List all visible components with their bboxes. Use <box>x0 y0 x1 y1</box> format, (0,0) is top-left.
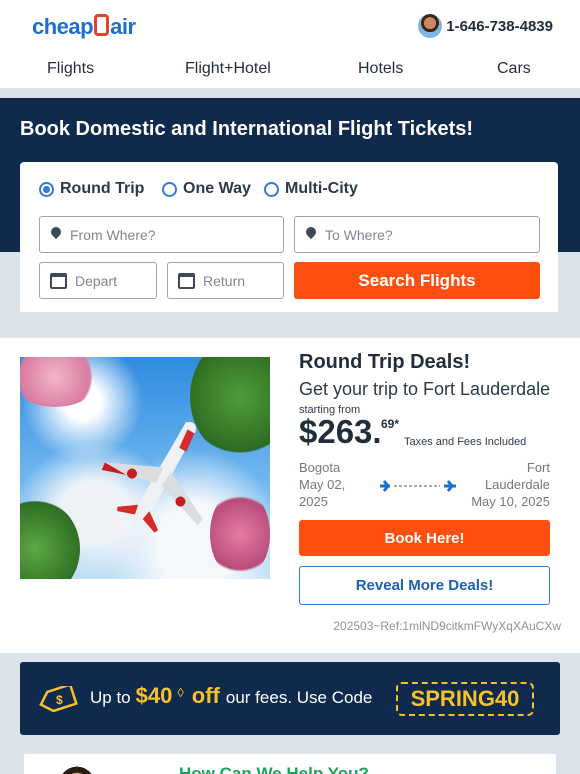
phone-number[interactable]: 1-646-738-4839 <box>446 18 553 35</box>
location-pin-icon <box>305 227 317 243</box>
promo-text: Up to $40 ◊ off our fees. Use Code <box>90 683 373 708</box>
origin-city: Bogota <box>299 460 341 475</box>
to-input[interactable]: To Where? <box>294 216 540 253</box>
help-section: How Can We Help You? <box>24 754 556 774</box>
return-date-input[interactable]: Return <box>167 262 284 299</box>
logo-o-icon <box>94 14 110 36</box>
nav-hotels[interactable]: Hotels <box>358 60 403 78</box>
radio-empty-icon <box>162 181 177 197</box>
promo-code[interactable]: SPRING40 <box>396 682 534 716</box>
nav-flight-hotel[interactable]: Flight+Hotel <box>185 60 271 78</box>
from-input[interactable]: From Where? <box>39 216 284 253</box>
radio-selected-icon <box>39 181 54 197</box>
reference-code: 202503~Ref:1mlND9citkmFWyXqXAuCXw <box>333 619 561 633</box>
calendar-icon <box>50 272 67 289</box>
help-title: How Can We Help You? <box>179 764 369 774</box>
deal-price: $263. <box>299 413 382 450</box>
nav-flights[interactable]: Flights <box>47 60 94 78</box>
promo-amount: $40 <box>135 683 173 708</box>
phone-contact[interactable]: 1-646-738-4839 <box>418 14 553 38</box>
cheapoair-logo[interactable]: cheap air <box>32 14 136 40</box>
location-pin-icon <box>50 227 62 243</box>
deal-title: Round Trip Deals! <box>299 351 471 373</box>
airplane-illustration <box>101 422 203 533</box>
top-header: cheap air 1-646-738-4839 Flights Flight+H… <box>0 0 580 88</box>
leaves-decoration <box>20 499 80 579</box>
book-here-button[interactable]: Book Here! <box>299 520 550 556</box>
destination-date: May 10, 2025 <box>471 494 550 509</box>
radio-one-way[interactable]: One Way <box>162 180 251 198</box>
diamond-icon: ◊ <box>177 685 184 700</box>
reveal-more-deals-button[interactable]: Reveal More Deals! <box>299 566 550 605</box>
deal-photo[interactable] <box>20 357 270 579</box>
flight-route-icon <box>380 480 456 492</box>
promo-banner[interactable]: $ Up to $40 ◊ off our fees. Use Code SPR… <box>20 662 560 735</box>
origin-date: May 02, 2025 <box>299 477 346 509</box>
depart-date-input[interactable]: Depart <box>39 262 157 299</box>
flight-search-form: Round Trip One Way Multi-City From Where… <box>20 162 558 312</box>
agent-avatar <box>418 14 443 38</box>
radio-empty-icon <box>264 181 279 197</box>
radio-round-trip[interactable]: Round Trip <box>39 180 144 198</box>
search-flights-button[interactable]: Search Flights <box>294 262 540 299</box>
support-agent-avatar <box>54 764 100 774</box>
blossom-decoration <box>20 357 100 407</box>
taxes-note: Taxes and Fees Included <box>404 436 527 448</box>
svg-text:$: $ <box>56 693 63 707</box>
price-tag-icon: $ <box>39 686 78 712</box>
destination-city: Fort Lauderdale <box>484 460 550 492</box>
calendar-icon <box>178 272 195 289</box>
deal-subtitle: Get your trip to Fort Lauderdale <box>299 379 551 399</box>
deal-card: Round Trip Deals! Get your trip to Fort … <box>0 338 580 653</box>
hero-title: Book Domestic and International Flight T… <box>20 118 474 140</box>
deal-price-cents: 69* <box>381 417 400 431</box>
radio-multi-city[interactable]: Multi-City <box>264 180 358 198</box>
nav-cars[interactable]: Cars <box>497 60 531 78</box>
